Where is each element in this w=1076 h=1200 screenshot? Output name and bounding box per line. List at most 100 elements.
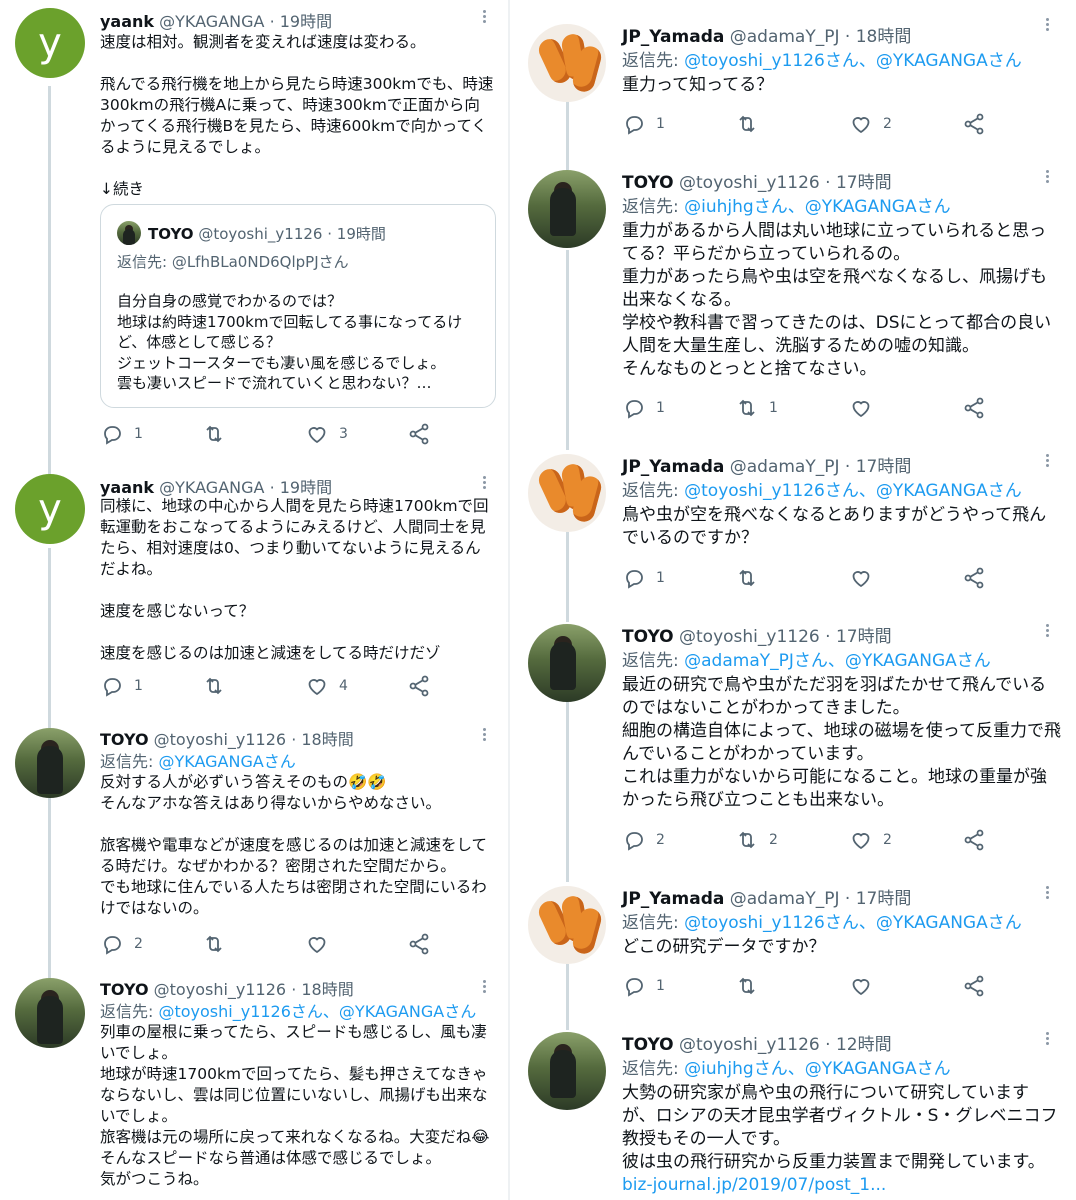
- share-button[interactable]: [962, 828, 986, 852]
- retweet-button[interactable]: 2: [735, 828, 778, 852]
- like-button[interactable]: 4: [305, 674, 348, 698]
- share-button[interactable]: [962, 396, 986, 420]
- user-handle[interactable]: @adamaY_PJ: [730, 457, 840, 477]
- timestamp[interactable]: · 18時間: [845, 27, 911, 47]
- retweet-button[interactable]: [735, 112, 769, 136]
- user-handle[interactable]: @toyoshi_y1126: [679, 173, 820, 193]
- more-icon[interactable]: [1046, 18, 1050, 33]
- avatar[interactable]: y: [15, 474, 85, 544]
- share-button[interactable]: [407, 422, 431, 446]
- avatar[interactable]: [528, 454, 606, 532]
- avatar[interactable]: [15, 728, 85, 798]
- timestamp[interactable]: · 17時間: [845, 889, 911, 909]
- reply-button[interactable]: 1: [100, 422, 143, 446]
- like-button[interactable]: [849, 396, 883, 420]
- share-button[interactable]: [962, 566, 986, 590]
- share-button[interactable]: [962, 112, 986, 136]
- timestamp[interactable]: · 19時間: [270, 12, 333, 31]
- tweet[interactable]: TOYO @toyoshi_y1126 · 18時間 返信先: @toyoshi…: [0, 976, 500, 1200]
- user-handle[interactable]: @adamaY_PJ: [730, 27, 840, 47]
- more-icon[interactable]: [483, 10, 487, 25]
- reply-to-users[interactable]: @toyoshi_y1126さん、@YKAGANGAさん: [684, 913, 1022, 933]
- tweet[interactable]: JP_Yamada @adamaY_PJ · 18時間 返信先: @toyosh…: [522, 0, 1076, 150]
- reply-to-users[interactable]: @toyoshi_y1126さん、@YKAGANGAさん: [684, 51, 1022, 71]
- tweet[interactable]: TOYO @toyoshi_y1126 · 18時間 返信先: @YKAGANG…: [0, 724, 500, 974]
- reply-to-users[interactable]: @adamaY_PJさん、@YKAGANGAさん: [684, 651, 991, 671]
- reply-button[interactable]: 1: [622, 396, 665, 420]
- like-button[interactable]: [849, 974, 883, 998]
- share-button[interactable]: [962, 974, 986, 998]
- user-name[interactable]: JP_Yamada: [622, 889, 724, 909]
- tweet[interactable]: JP_Yamada @adamaY_PJ · 17時間 返信先: @toyosh…: [522, 882, 1076, 1022]
- retweet-button[interactable]: [735, 566, 769, 590]
- user-handle[interactable]: @toyoshi_y1126: [154, 730, 286, 749]
- retweet-button[interactable]: [735, 974, 769, 998]
- share-button[interactable]: [407, 674, 431, 698]
- more-icon[interactable]: [483, 728, 487, 743]
- tweet-link[interactable]: biz-journal.jp/2019/07/post_1...: [622, 1174, 1062, 1197]
- more-icon[interactable]: [1046, 886, 1050, 901]
- tweet[interactable]: y yaank @YKAGANGA · 19時間 速度は相対。観測者を変えれば速…: [0, 0, 500, 470]
- avatar[interactable]: [15, 978, 85, 1048]
- more-icon[interactable]: [1046, 1032, 1050, 1047]
- reply-to-users[interactable]: @YKAGANGAさん: [158, 752, 295, 771]
- retweet-button[interactable]: 1: [735, 396, 778, 420]
- tweet[interactable]: TOYO @toyoshi_y1126 · 12時間 返信先: @iuhjhgさ…: [522, 1030, 1076, 1200]
- avatar[interactable]: [528, 1032, 606, 1110]
- share-button[interactable]: [407, 932, 431, 956]
- avatar[interactable]: [528, 624, 606, 702]
- user-name[interactable]: TOYO: [622, 1035, 674, 1055]
- avatar[interactable]: [528, 170, 606, 248]
- like-button[interactable]: [849, 566, 883, 590]
- user-name[interactable]: TOYO: [622, 627, 674, 647]
- user-handle[interactable]: @YKAGANGA: [159, 12, 264, 31]
- tweet[interactable]: TOYO @toyoshi_y1126 · 17時間 返信先: @iuhjhgさ…: [522, 166, 1076, 436]
- avatar[interactable]: y: [15, 8, 85, 78]
- retweet-button[interactable]: [202, 422, 236, 446]
- user-handle[interactable]: @toyoshi_y1126: [679, 1035, 820, 1055]
- more-icon[interactable]: [1046, 170, 1050, 185]
- tweet[interactable]: TOYO @toyoshi_y1126 · 17時間 返信先: @adamaY_…: [522, 620, 1076, 870]
- retweet-button[interactable]: [202, 674, 236, 698]
- reply-button[interactable]: 1: [622, 112, 665, 136]
- user-handle[interactable]: @YKAGANGA: [159, 478, 264, 497]
- timestamp[interactable]: · 18時間: [291, 730, 354, 749]
- like-button[interactable]: 3: [305, 422, 348, 446]
- reply-to-users[interactable]: @toyoshi_y1126さん、@YKAGANGAさん: [158, 1002, 476, 1021]
- reply-button[interactable]: 1: [622, 566, 665, 590]
- user-name[interactable]: JP_Yamada: [622, 27, 724, 47]
- more-icon[interactable]: [483, 476, 487, 491]
- like-button[interactable]: 2: [849, 112, 892, 136]
- reply-button[interactable]: 1: [100, 674, 143, 698]
- more-icon[interactable]: [483, 980, 487, 995]
- timestamp[interactable]: · 17時間: [845, 457, 911, 477]
- user-name[interactable]: yaank: [100, 478, 154, 497]
- reply-to-users[interactable]: @toyoshi_y1126さん、@YKAGANGAさん: [684, 481, 1022, 501]
- quoted-tweet[interactable]: TOYO @toyoshi_y1126 · 19時間 返信先: @LfhBLa0…: [100, 204, 496, 408]
- timestamp[interactable]: · 18時間: [291, 980, 354, 999]
- retweet-button[interactable]: [202, 932, 236, 956]
- reply-to-users[interactable]: @iuhjhgさん、@YKAGANGAさん: [684, 197, 950, 217]
- like-button[interactable]: [305, 932, 339, 956]
- reply-to-users[interactable]: @iuhjhgさん、@YKAGANGAさん: [684, 1059, 950, 1079]
- user-name[interactable]: JP_Yamada: [622, 457, 724, 477]
- more-icon[interactable]: [1046, 454, 1050, 469]
- user-handle[interactable]: @toyoshi_y1126: [154, 980, 286, 999]
- timestamp[interactable]: · 17時間: [825, 173, 891, 193]
- like-button[interactable]: 2: [849, 828, 892, 852]
- tweet[interactable]: JP_Yamada @adamaY_PJ · 17時間 返信先: @toyosh…: [522, 450, 1076, 610]
- user-name[interactable]: TOYO: [100, 730, 149, 749]
- more-icon[interactable]: [1046, 624, 1050, 639]
- user-name[interactable]: TOYO: [622, 173, 674, 193]
- avatar[interactable]: [528, 24, 606, 102]
- timestamp[interactable]: · 12時間: [825, 1035, 891, 1055]
- user-handle[interactable]: @adamaY_PJ: [730, 889, 840, 909]
- reply-button[interactable]: 2: [622, 828, 665, 852]
- user-name[interactable]: TOYO: [100, 980, 149, 999]
- avatar[interactable]: [528, 886, 606, 964]
- user-handle[interactable]: @toyoshi_y1126: [679, 627, 820, 647]
- timestamp[interactable]: · 19時間: [270, 478, 333, 497]
- timestamp[interactable]: · 17時間: [825, 627, 891, 647]
- tweet[interactable]: y yaank @YKAGANGA · 19時間 同様に、地球の中心から人間を見…: [0, 472, 500, 722]
- reply-button[interactable]: 1: [622, 974, 665, 998]
